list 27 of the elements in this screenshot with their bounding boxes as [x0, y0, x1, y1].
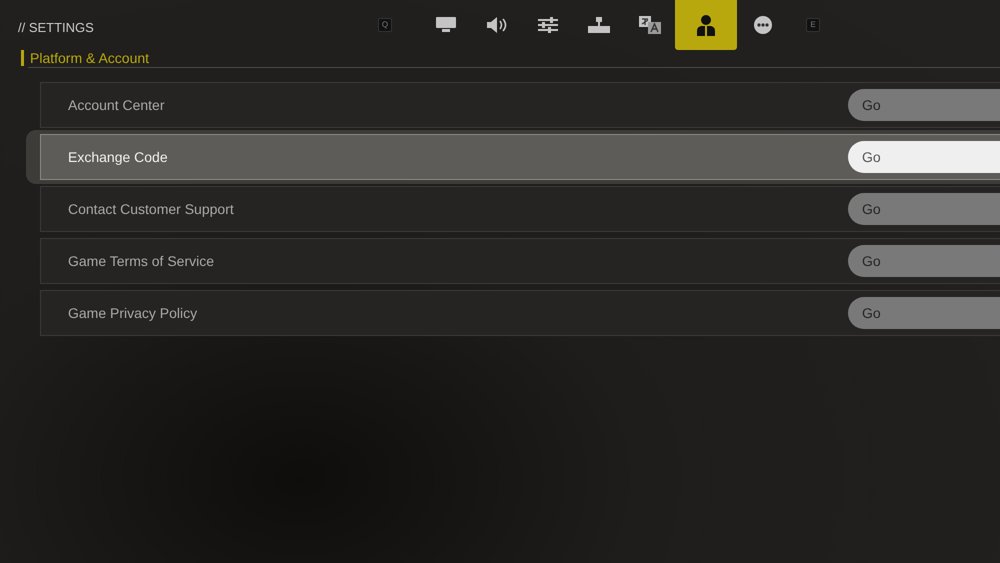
sliders-icon [538, 17, 558, 33]
settings-row[interactable]: Account Center Go [40, 82, 1000, 128]
row-label: Game Terms of Service [68, 252, 214, 270]
go-button[interactable]: Go [848, 193, 1000, 225]
network-icon [588, 17, 610, 33]
row-label: Exchange Code [68, 148, 168, 167]
key-hint: Q [378, 18, 392, 32]
settings-row[interactable]: Game Terms of Service Go [40, 238, 1000, 284]
go-button[interactable]: Go [848, 141, 1000, 173]
user-icon [696, 14, 716, 36]
row-label: Account Center [68, 96, 164, 114]
settings-title: // SETTINGS [18, 19, 94, 37]
row-label: Game Privacy Policy [68, 304, 198, 323]
translate-icon [638, 16, 660, 34]
go-button[interactable]: Go [848, 297, 1000, 329]
go-button[interactable]: Go [848, 89, 1000, 121]
speaker-icon [486, 17, 506, 33]
more-icon [754, 16, 772, 34]
settings-row[interactable]: Game Privacy Policy Go [40, 290, 1000, 336]
display-icon [436, 17, 456, 33]
row-label: Contact Customer Support [68, 200, 234, 219]
section-title: Platform & Account [30, 48, 150, 68]
settings-tab[interactable] [675, 0, 737, 50]
settings-row[interactable]: Exchange Code Go [40, 134, 1000, 180]
key-hint: E [806, 18, 820, 32]
go-button[interactable]: Go [848, 245, 1000, 277]
settings-row[interactable]: Contact Customer Support Go [40, 186, 1000, 232]
